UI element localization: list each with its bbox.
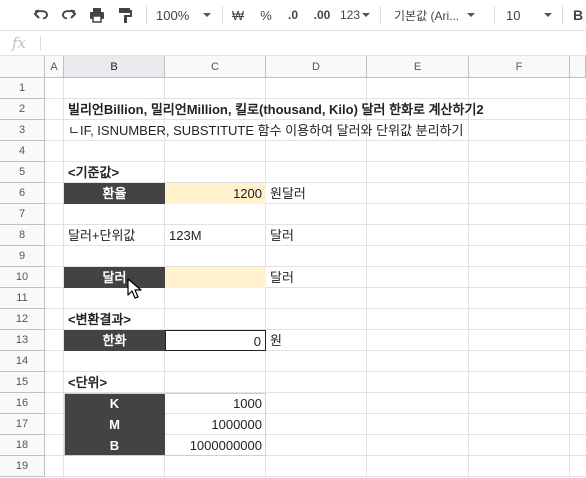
row-header-2[interactable]: 2 [0, 99, 45, 120]
select-all-corner[interactable] [0, 56, 45, 78]
krw-unit-cell[interactable]: 원 [266, 330, 367, 351]
column-header-f[interactable]: F [469, 56, 570, 78]
currency-format-button[interactable]: ₩ [228, 0, 248, 30]
row-header-15[interactable]: 15 [0, 372, 45, 393]
title-cell[interactable]: 빌리언Billion, 밀리언Million, 킬로(thousand, Kil… [64, 99, 584, 120]
toolbar-separator [562, 6, 563, 24]
chevron-down-icon [362, 13, 371, 17]
row-header-10[interactable]: 10 [0, 267, 45, 288]
percent-format-button[interactable]: % [256, 0, 276, 30]
row-header-12[interactable]: 12 [0, 309, 45, 330]
column-header-c[interactable]: C [165, 56, 266, 78]
chevron-down-icon [544, 13, 553, 17]
bold-button[interactable]: B [570, 0, 586, 30]
column-header-b[interactable]: B [64, 56, 165, 78]
font-family-select[interactable]: 기본값 (Ari... [394, 0, 486, 30]
krw-label-cell[interactable]: 한화 [64, 330, 165, 351]
krw-value-cell[interactable]: 0 [165, 330, 266, 351]
increase-decimal-button[interactable]: .00 [308, 0, 336, 30]
chevron-down-icon [203, 13, 212, 17]
row-header-16[interactable]: 16 [0, 393, 45, 414]
decrease-decimal-button[interactable]: .0 [280, 0, 306, 30]
gridline [45, 476, 586, 477]
redo-icon[interactable] [58, 0, 80, 30]
zoom-value: 100% [156, 7, 190, 23]
print-icon[interactable] [86, 0, 108, 30]
column-header-e[interactable]: E [367, 56, 469, 78]
dollar-unit-label-cell[interactable]: 달러+단위값 [64, 225, 165, 246]
row-header-14[interactable]: 14 [0, 351, 45, 372]
dollar-value-cell[interactable] [165, 267, 266, 288]
row-header-5[interactable]: 5 [0, 162, 45, 183]
exchange-label-cell[interactable]: 환율 [64, 183, 165, 204]
toolbar: 100% ₩ % .0 .00 123 기본값 (Ari... 10 B [0, 0, 586, 30]
row-header-7[interactable]: 7 [0, 204, 45, 225]
row-header-4[interactable]: 4 [0, 141, 45, 162]
formula-input[interactable] [46, 33, 576, 53]
row-header-18[interactable]: 18 [0, 435, 45, 456]
undo-icon[interactable] [30, 0, 52, 30]
zoom-select[interactable]: 100% [156, 0, 214, 30]
row-header-3[interactable]: 3 [0, 120, 45, 141]
fx-icon: fx [12, 34, 27, 52]
row-header-8[interactable]: 8 [0, 225, 45, 246]
column-header-g[interactable] [570, 56, 586, 78]
unit-header-cell[interactable]: <단위> [64, 372, 165, 393]
more-formats-button[interactable]: 123 [338, 0, 372, 30]
row-header-6[interactable]: 6 [0, 183, 45, 204]
column-header-a[interactable]: A [45, 56, 64, 78]
dollar-unit-unit-cell[interactable]: 달러 [266, 225, 367, 246]
base-header-cell[interactable]: <기준값> [64, 162, 165, 183]
row-header-19[interactable]: 19 [0, 456, 45, 477]
unit-table-border [64, 393, 266, 456]
font-size-select[interactable]: 10 [506, 0, 558, 30]
formula-bar-separator [40, 36, 41, 51]
toolbar-separator [380, 6, 381, 24]
dollar-unit-cell[interactable]: 달러 [266, 267, 367, 288]
exchange-unit-cell[interactable]: 원달러 [266, 183, 367, 204]
formula-bar: fx [0, 30, 586, 56]
chevron-down-icon [467, 13, 476, 17]
row-header-11[interactable]: 11 [0, 288, 45, 309]
paint-format-icon[interactable] [114, 0, 136, 30]
toolbar-separator [222, 6, 223, 24]
row-header-13[interactable]: 13 [0, 330, 45, 351]
row-header-9[interactable]: 9 [0, 246, 45, 267]
spreadsheet-grid: A B C D E F 1 2 3 4 5 6 7 8 9 10 11 12 13 14 15 16 17 18 19 빌리언Bi… [0, 56, 586, 478]
row-header-17[interactable]: 17 [0, 414, 45, 435]
column-header-d[interactable]: D [266, 56, 367, 78]
cursor-pointer-icon [127, 278, 143, 303]
result-header-cell[interactable]: <변환결과> [64, 309, 165, 330]
subtitle-cell[interactable]: ㄴIF, ISNUMBER, SUBSTITUTE 함수 이용하여 달러와 단위… [64, 120, 584, 141]
toolbar-separator [146, 6, 147, 24]
exchange-value-cell[interactable]: 1200 [165, 183, 266, 204]
toolbar-separator [494, 6, 495, 24]
row-header-1[interactable]: 1 [0, 78, 45, 99]
dollar-label-cell[interactable]: 달러 [64, 267, 165, 288]
dollar-unit-value-cell[interactable]: 123M [165, 225, 266, 246]
